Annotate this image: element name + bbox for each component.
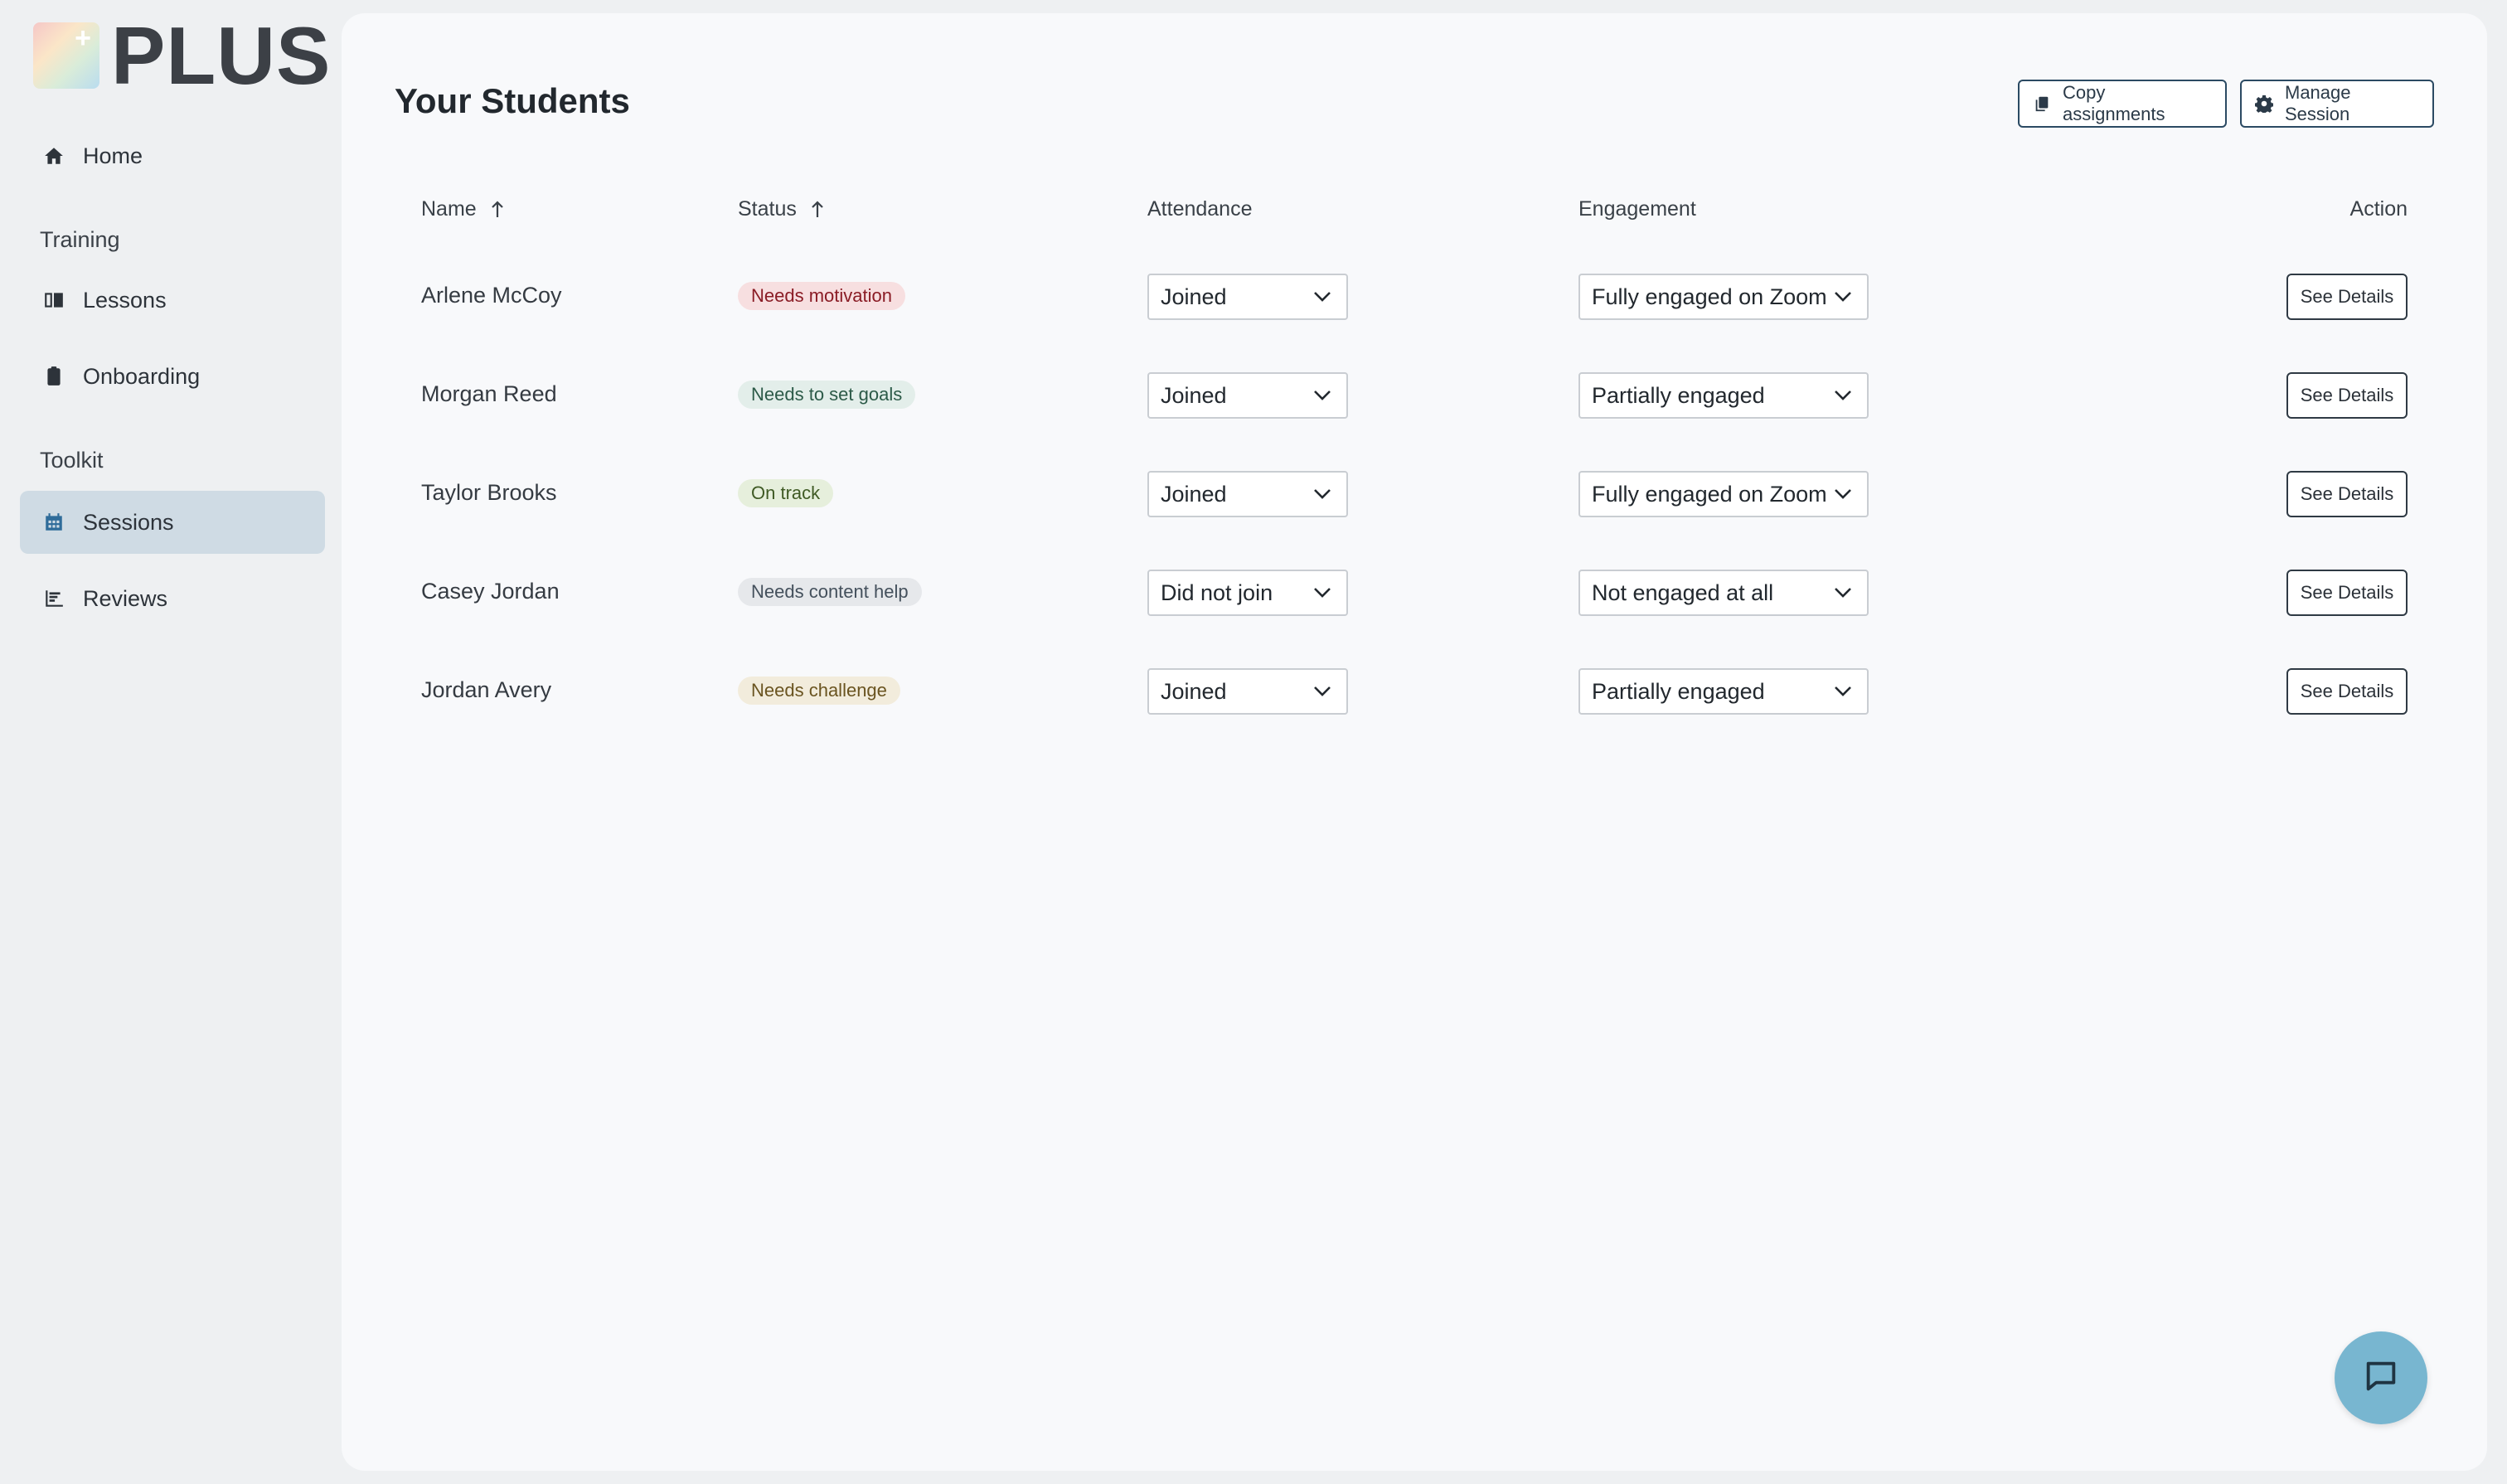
- student-name: Taylor Brooks: [421, 479, 557, 505]
- see-details-button[interactable]: See Details: [2286, 274, 2408, 320]
- status-badge: Needs motivation: [738, 282, 905, 310]
- table-row: Jordan Avery Needs challenge Joined Part…: [342, 657, 2487, 723]
- page-title: Your Students: [395, 81, 630, 120]
- attendance-select[interactable]: Joined: [1147, 274, 1348, 320]
- engagement-select[interactable]: Partially engaged: [1578, 668, 1869, 715]
- student-name: Arlene McCoy: [421, 282, 562, 308]
- attendance-value: Joined: [1161, 481, 1227, 507]
- chevron-down-icon: [1834, 586, 1852, 599]
- sidebar-item-home[interactable]: Home: [20, 124, 325, 187]
- bar-chart-icon: [43, 588, 65, 609]
- chevron-down-icon: [1834, 290, 1852, 303]
- chevron-down-icon: [1834, 389, 1852, 402]
- attendance-select[interactable]: Joined: [1147, 372, 1348, 419]
- attendance-value: Joined: [1161, 382, 1227, 408]
- chevron-down-icon: [1313, 685, 1331, 698]
- column-header-action: Action: [2349, 197, 2408, 221]
- status-badge: Needs challenge: [738, 677, 900, 705]
- sidebar-item-onboarding[interactable]: Onboarding: [20, 345, 325, 408]
- chevron-down-icon: [1313, 290, 1331, 303]
- column-header-engagement: Engagement: [1578, 197, 1696, 221]
- sidebar-item-label: Sessions: [83, 509, 174, 535]
- attendance-select[interactable]: Joined: [1147, 668, 1348, 715]
- see-details-button[interactable]: See Details: [2286, 668, 2408, 715]
- clipboard-icon: [43, 366, 65, 387]
- engagement-select[interactable]: Not engaged at all: [1578, 570, 1869, 616]
- column-header-name[interactable]: Name: [421, 197, 505, 221]
- gear-icon: [2255, 95, 2273, 113]
- sidebar-item-label: Home: [83, 143, 143, 168]
- attendance-value: Did not join: [1161, 580, 1273, 605]
- chevron-down-icon: [1834, 487, 1852, 501]
- attendance-value: Joined: [1161, 284, 1227, 309]
- engagement-select[interactable]: Fully engaged on Zoom: [1578, 471, 1869, 517]
- copy-assignments-button[interactable]: Copy assignments: [2018, 80, 2227, 128]
- chevron-down-icon: [1313, 586, 1331, 599]
- main-panel: Your Students Copy assignments Manage Se…: [342, 13, 2487, 1471]
- column-header-attendance: Attendance: [1147, 197, 1253, 221]
- sort-arrow-up-icon: [810, 200, 825, 219]
- student-name: Morgan Reed: [421, 381, 557, 406]
- status-badge: On track: [738, 479, 834, 507]
- table-row: Arlene McCoy Needs motivation Joined Ful…: [342, 262, 2487, 328]
- sidebar-item-label: Reviews: [83, 585, 168, 611]
- engagement-value: Fully engaged on Zoom: [1592, 481, 1827, 507]
- chat-button[interactable]: [2335, 1331, 2427, 1424]
- sidebar-item-sessions[interactable]: Sessions: [20, 491, 325, 554]
- manage-session-label: Manage Session: [2285, 82, 2351, 124]
- engagement-value: Partially engaged: [1592, 382, 1765, 408]
- manage-session-button[interactable]: Manage Session: [2240, 80, 2434, 128]
- chat-bubble-icon: [2362, 1357, 2400, 1399]
- copy-assignments-label: Copy assignments: [2063, 82, 2165, 124]
- engagement-value: Not engaged at all: [1592, 580, 1774, 605]
- chevron-down-icon: [1313, 487, 1331, 501]
- table-row: Morgan Reed Needs to set goals Joined Pa…: [342, 361, 2487, 427]
- book-open-icon: [43, 289, 65, 311]
- sort-arrow-up-icon: [490, 200, 505, 219]
- sidebar: + PLUS Home Training Lessons Onboarding …: [0, 0, 342, 1484]
- student-name: Casey Jordan: [421, 578, 560, 604]
- attendance-value: Joined: [1161, 678, 1227, 704]
- column-header-label: Status: [738, 197, 797, 221]
- chevron-down-icon: [1313, 389, 1331, 402]
- sidebar-section-training: Training: [40, 227, 120, 252]
- logo[interactable]: + PLUS: [33, 15, 331, 96]
- student-name: Jordan Avery: [421, 677, 552, 702]
- copy-icon: [2033, 95, 2051, 113]
- chevron-down-icon: [1834, 685, 1852, 698]
- table-row: Taylor Brooks On track Joined Fully enga…: [342, 459, 2487, 526]
- column-header-status[interactable]: Status: [738, 197, 825, 221]
- engagement-select[interactable]: Fully engaged on Zoom: [1578, 274, 1869, 320]
- engagement-select[interactable]: Partially engaged: [1578, 372, 1869, 419]
- table-row: Casey Jordan Needs content help Did not …: [342, 558, 2487, 624]
- attendance-select[interactable]: Did not join: [1147, 570, 1348, 616]
- sidebar-item-lessons[interactable]: Lessons: [20, 269, 325, 332]
- engagement-value: Partially engaged: [1592, 678, 1765, 704]
- status-badge: Needs content help: [738, 578, 922, 606]
- calendar-icon: [43, 512, 65, 533]
- see-details-button[interactable]: See Details: [2286, 372, 2408, 419]
- see-details-button[interactable]: See Details: [2286, 570, 2408, 616]
- home-icon: [43, 145, 65, 167]
- sidebar-item-reviews[interactable]: Reviews: [20, 567, 325, 630]
- see-details-button[interactable]: See Details: [2286, 471, 2408, 517]
- engagement-value: Fully engaged on Zoom: [1592, 284, 1827, 309]
- sidebar-item-label: Lessons: [83, 287, 167, 313]
- sidebar-section-toolkit: Toolkit: [40, 448, 104, 473]
- sidebar-item-label: Onboarding: [83, 363, 201, 389]
- logo-mark-icon: +: [33, 22, 99, 89]
- attendance-select[interactable]: Joined: [1147, 471, 1348, 517]
- status-badge: Needs to set goals: [738, 381, 916, 409]
- logo-text: PLUS: [111, 10, 332, 101]
- column-header-label: Name: [421, 197, 477, 221]
